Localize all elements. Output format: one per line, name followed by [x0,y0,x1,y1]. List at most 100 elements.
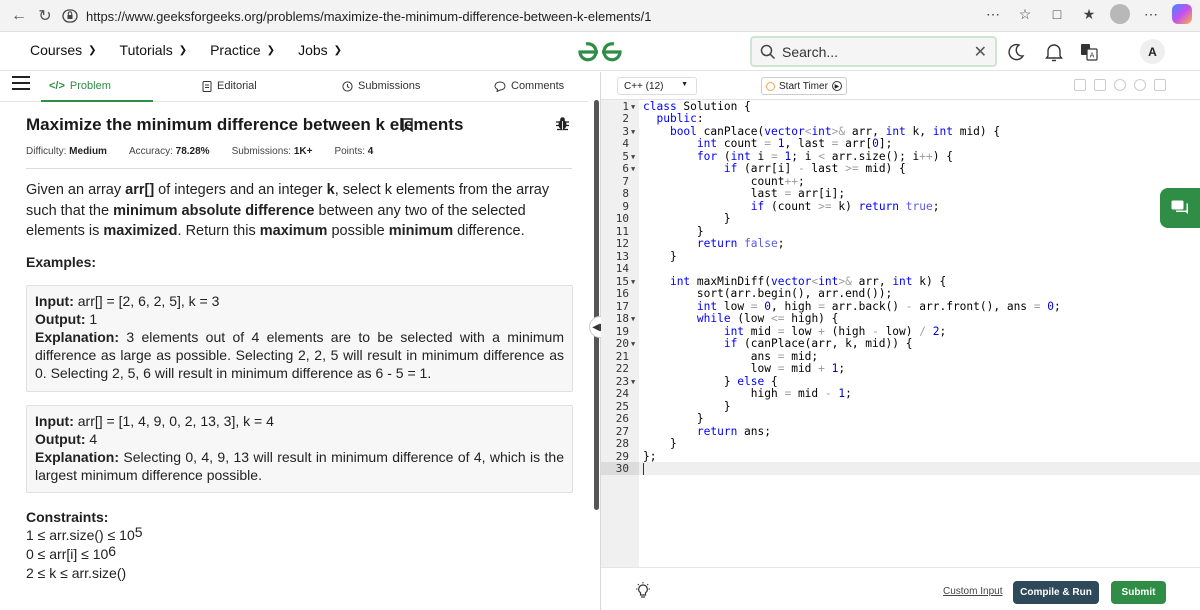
line-number: 12 [615,237,629,250]
nav-courses[interactable]: Courses ❯ [30,42,97,58]
favorite-star-icon[interactable]: ☆ [1014,3,1036,25]
clear-search-icon[interactable]: ✕ [974,42,987,62]
tab-label: Editorial [217,80,257,92]
fold-arrow-icon[interactable]: ▼ [631,313,635,326]
fold-arrow-icon[interactable]: ▼ [631,101,635,114]
code-line[interactable]: 27 return ans; [601,425,1200,439]
import-icon[interactable] [1094,79,1106,91]
submit-button[interactable]: Submit [1111,581,1166,604]
settings-icon[interactable] [1114,79,1126,91]
notification-bell-icon[interactable] [1042,40,1066,64]
line-number: 8 [622,187,629,200]
problem-meta: Difficulty: Medium Accuracy: 78.28% Subm… [26,146,395,157]
submissions-count: Submissions: 1K+ [232,146,313,157]
code-line[interactable]: 30 [601,462,1200,476]
bookmark-icon[interactable] [402,118,413,132]
points: Points: 4 [334,146,373,157]
code-line[interactable]: 13 } [601,250,1200,264]
browser-menu-icon[interactable]: ⋯ [1140,3,1162,25]
code-text [643,463,644,476]
fold-arrow-icon[interactable]: ▼ [631,163,635,176]
code-text: last = arr[i]; [643,187,846,200]
code-text: } [643,212,731,225]
search-input[interactable] [782,43,962,60]
hamburger-menu-icon[interactable] [12,76,30,94]
code-line[interactable]: 22 low = mid + 1; [601,362,1200,376]
code-line[interactable]: 6 ▼ if (arr[i] - last >= mid) { [601,162,1200,176]
meta-label: Difficulty: [26,146,67,157]
fold-arrow-icon[interactable]: ▼ [631,376,635,389]
custom-input-link[interactable]: Custom Input [943,586,1002,597]
copilot-icon[interactable] [1172,4,1192,24]
fullscreen-icon[interactable] [1154,79,1166,91]
left-scrollbar[interactable] [594,100,599,510]
code-text: if (arr[i] - last >= mid) { [723,162,906,175]
fold-arrow-icon[interactable]: ▼ [631,276,635,289]
more-page-icon[interactable]: ⋯ [982,3,1004,25]
line-number: 18 [615,312,629,325]
site-info-icon[interactable] [62,8,78,24]
translate-icon[interactable]: A [1077,40,1101,64]
avatar[interactable]: A [1140,39,1165,64]
difficulty: Difficulty: Medium [26,146,107,157]
refresh-icon[interactable]: ↻ [32,3,58,29]
meta-value: Medium [69,146,107,157]
line-number: 10 [615,212,629,225]
constraint-item: 2 ≤ k ≤ arr.size() [26,565,126,581]
example-output: Output: 1 [35,310,564,328]
output-label: Output: [35,311,86,327]
chat-button[interactable] [1160,188,1200,228]
reset-icon[interactable] [1134,79,1146,91]
browser-profile-avatar[interactable] [1110,4,1130,24]
desc-text: of integers and an integer [154,182,327,198]
search-box[interactable]: ✕ [750,36,997,67]
code-line[interactable]: 12 return false; [601,237,1200,251]
play-icon: ▶ [831,81,842,91]
start-timer-button[interactable]: Start Timer ▶ [761,77,847,95]
code-line[interactable]: 26 } [601,412,1200,426]
tab-submissions[interactable]: Submissions [342,80,420,92]
tab-comments[interactable]: Comments [494,80,564,92]
dark-mode-icon[interactable] [1004,40,1028,64]
compile-run-button[interactable]: Compile & Run [1013,581,1099,604]
code-editor[interactable]: 1 ▼ class Solution {2 public: 3 ▼ bool canPl… [601,100,1200,567]
fold-arrow-icon[interactable]: ▼ [631,151,635,164]
problem-description: Given an array arr[] of integers and an … [26,180,572,242]
code-line[interactable]: 16 sort(arr.begin(), arr.end()); [601,287,1200,301]
nav-practice[interactable]: Practice ❯ [210,42,275,58]
report-bug-icon[interactable] [555,116,570,131]
address-bar[interactable]: https://www.geeksforgeeks.org/problems/m… [62,4,1052,28]
nav-jobs[interactable]: Jobs ❯ [298,42,342,58]
main-nav: Courses ❯ Tutorials ❯ Practice ❯ Jobs ❯ [30,42,365,58]
input-label: Input: [35,293,74,309]
code-line[interactable]: 20 ▼ if (canPlace(arr, k, mid)) { [601,337,1200,351]
code-line[interactable]: 10 } [601,212,1200,226]
meta-label: Accuracy: [128,146,173,157]
language-select[interactable]: C++ (12) ▼ [617,77,697,95]
desc-bold: k [326,182,335,198]
favorites-icon[interactable]: ★ [1078,3,1100,25]
example-explanation: Explanation: 3 elements out of 4 element… [35,328,564,382]
fold-arrow-icon[interactable]: ▼ [631,126,635,139]
tab-editorial[interactable]: Editorial [202,80,257,92]
example-explanation: Explanation: Selecting 0, 4, 9, 13 will … [35,448,564,484]
examples-heading: Examples: [26,254,97,270]
code-line[interactable]: 24 high = mid - 1; [601,387,1200,401]
code-line[interactable]: 29}; [601,450,1200,464]
gfg-logo[interactable] [576,40,624,64]
extensions-icon[interactable]: □ [1046,3,1068,25]
fold-arrow-icon[interactable]: ▼ [631,338,635,351]
back-icon[interactable]: ← [6,3,32,29]
code-line[interactable]: 4 int count = 1, last = arr[0]; [601,137,1200,151]
tab-label: Comments [511,80,565,92]
code-line[interactable]: 28 } [601,437,1200,451]
tab-problem[interactable]: </> Problem [49,80,111,92]
input-label: Input: [35,413,74,429]
hint-bulb-icon[interactable] [635,582,651,600]
code-line[interactable]: 18 ▼ while (low <= high) { [601,312,1200,326]
code-text: } [643,412,704,425]
code-line[interactable]: 8 last = arr[i]; [601,187,1200,201]
nav-tutorials[interactable]: Tutorials ❯ [120,42,188,58]
copy-icon[interactable] [1074,79,1086,91]
constraints-heading: Constraints: [26,509,109,525]
